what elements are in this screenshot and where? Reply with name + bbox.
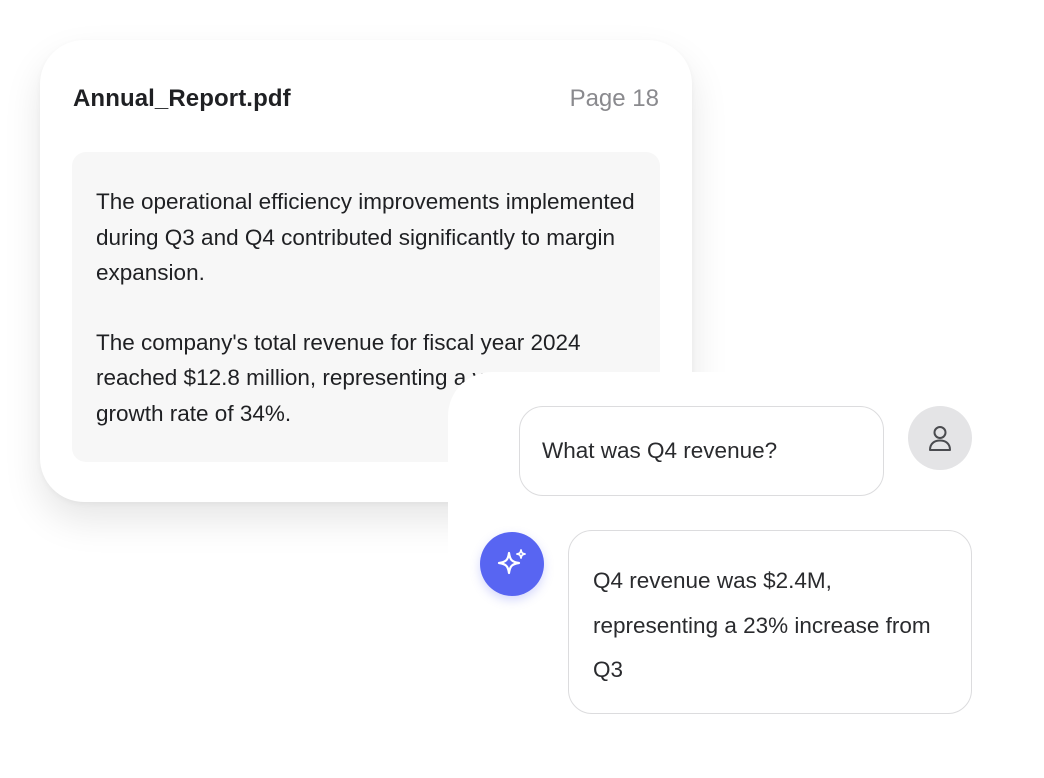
assistant-message-bubble: Q4 revenue was $2.4M, representing a 23%… xyxy=(568,530,972,714)
document-header: Annual_Report.pdf Page 18 xyxy=(73,82,659,116)
page-indicator: Page 18 xyxy=(569,85,659,112)
user-message-bubble: What was Q4 revenue? xyxy=(519,406,884,496)
assistant-avatar xyxy=(480,532,544,596)
assistant-message-text: Q4 revenue was $2.4M, representing a 23%… xyxy=(593,568,931,682)
sparkle-icon xyxy=(497,549,526,575)
user-message-text: What was Q4 revenue? xyxy=(542,438,778,463)
chat-panel: What was Q4 revenue? Q4 revenue was $2.4… xyxy=(448,372,1004,746)
excerpt-paragraph: The operational efficiency improvements … xyxy=(96,189,635,285)
document-filename: Annual_Report.pdf xyxy=(73,85,291,112)
user-avatar[interactable] xyxy=(908,406,972,470)
user-icon xyxy=(929,426,951,451)
stage: Annual_Report.pdf Page 18 The operationa… xyxy=(0,0,1044,778)
